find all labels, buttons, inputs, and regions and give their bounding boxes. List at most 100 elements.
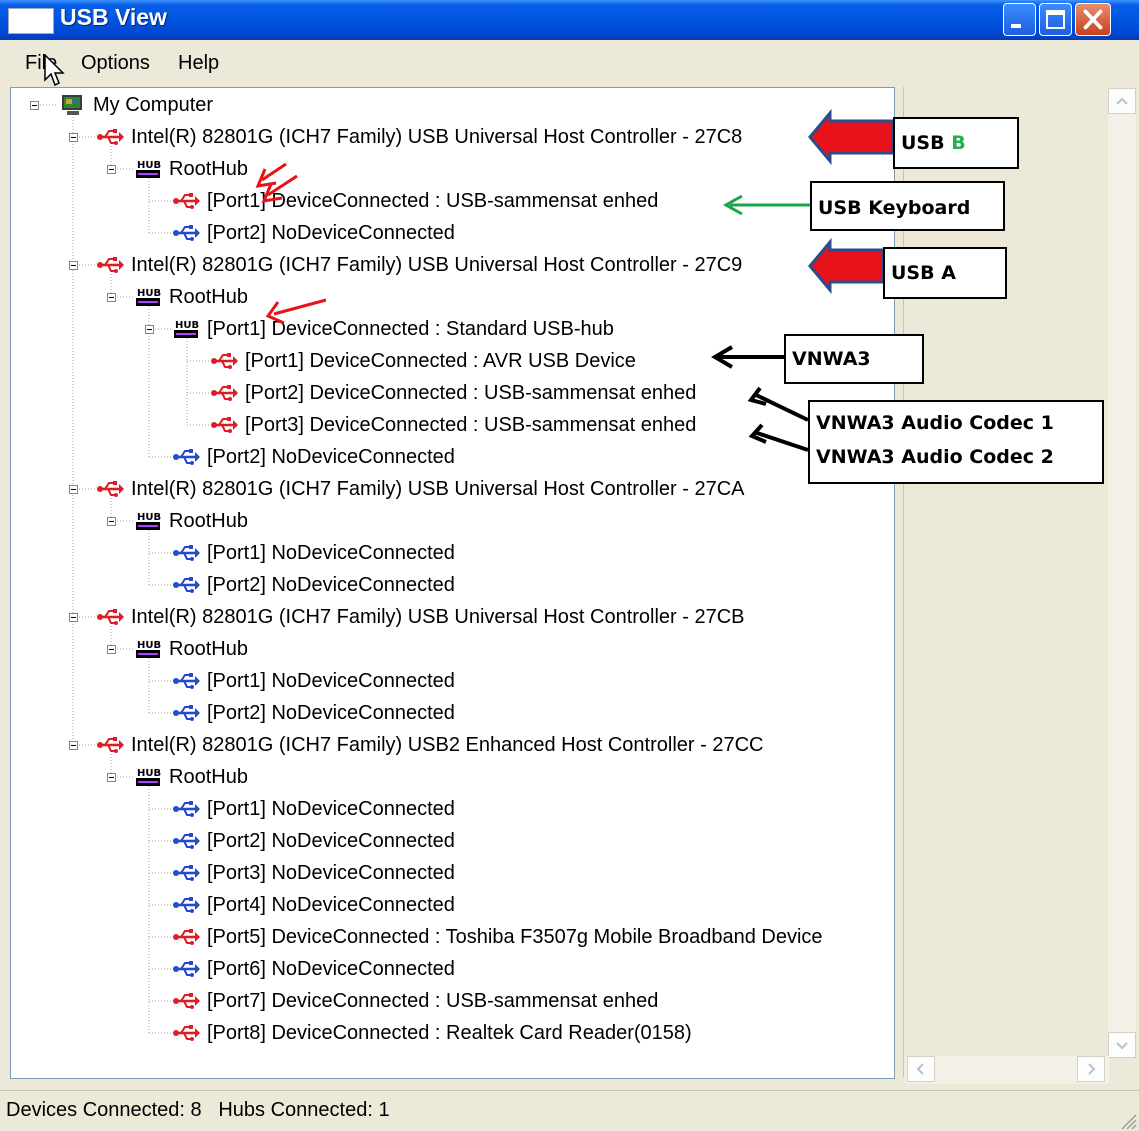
tree-node[interactable]: [Port2] NoDeviceConnected: [173, 699, 455, 727]
minimize-icon: [1011, 24, 1021, 28]
tree-node-label: [Port5] DeviceConnected : Toshiba F3507g…: [207, 926, 823, 948]
svg-text:HUB: HUB: [137, 640, 161, 651]
tree-node-label: [Port2] NoDeviceConnected: [207, 574, 455, 596]
tree-collapse-toggle[interactable]: [107, 165, 116, 174]
tree-node[interactable]: [Port4] NoDeviceConnected: [173, 891, 455, 919]
usb-device-connected-icon: [97, 257, 124, 273]
menu-bar: File Options Help: [0, 40, 1139, 84]
tree-node-label: [Port2] NoDeviceConnected: [207, 830, 455, 852]
usbview-window: USB View File Options Help My Computer In…: [0, 0, 1139, 1131]
usb-hub-icon: HUB: [174, 320, 199, 338]
tree-node-label: RootHub: [169, 638, 248, 660]
tree-node-label: Intel(R) 82801G (ICH7 Family) USB2 Enhan…: [131, 734, 764, 756]
tree-node[interactable]: [Port1] NoDeviceConnected: [173, 667, 455, 695]
tree-node[interactable]: Intel(R) 82801G (ICH7 Family) USB Univer…: [97, 603, 745, 631]
tree-collapse-toggle[interactable]: [69, 613, 78, 622]
tree-collapse-toggle[interactable]: [107, 517, 116, 526]
status-text: Devices Connected: 8 Hubs Connected: 1: [6, 1099, 390, 1122]
tree-node-label: [Port2] NoDeviceConnected: [207, 702, 455, 724]
svg-text:HUB: HUB: [137, 512, 161, 523]
callout-codec-2: VNWA3 Audio Codec 2: [816, 446, 1054, 468]
tree-collapse-toggle[interactable]: [69, 741, 78, 750]
tree-node[interactable]: [Port1] NoDeviceConnected: [173, 539, 455, 567]
tree-node[interactable]: Intel(R) 82801G (ICH7 Family) USB Univer…: [97, 123, 742, 151]
maximize-button[interactable]: [1039, 3, 1072, 36]
tree-collapse-toggle[interactable]: [107, 773, 116, 782]
tree-node[interactable]: [Port2] NoDeviceConnected: [173, 219, 455, 247]
svg-text:HUB: HUB: [137, 768, 161, 779]
tree-node[interactable]: My Computer: [59, 91, 213, 119]
svg-text:HUB: HUB: [137, 160, 161, 171]
usb-device-connected-icon: [97, 609, 124, 625]
tree-node[interactable]: HUB RootHub: [135, 635, 248, 663]
resize-grip-icon[interactable]: [1119, 1112, 1137, 1130]
usb-device-connected-icon: [97, 481, 124, 497]
tree-node[interactable]: [Port2] NoDeviceConnected: [173, 827, 455, 855]
close-icon: [1083, 9, 1103, 30]
tree-node[interactable]: Intel(R) 82801G (ICH7 Family) USB Univer…: [97, 475, 745, 503]
scroll-right-button[interactable]: [1077, 1056, 1105, 1082]
device-tree[interactable]: My Computer Intel(R) 82801G (ICH7 Family)…: [10, 87, 895, 1079]
menu-help[interactable]: Help: [178, 52, 219, 75]
callout-usb-b: USB B: [893, 117, 1019, 169]
scroll-up-button[interactable]: [1108, 88, 1136, 114]
callout-codec-1: VNWA3 Audio Codec 1: [816, 412, 1054, 434]
tree-node[interactable]: [Port8] DeviceConnected : Realtek Card R…: [173, 1019, 692, 1047]
callout-vnwa3: VNWA3: [784, 334, 924, 384]
menu-options[interactable]: Options: [81, 52, 150, 75]
tree-node[interactable]: [Port1] DeviceConnected : USB-sammensat …: [173, 187, 658, 215]
scroll-left-button[interactable]: [907, 1056, 935, 1082]
tree-collapse-toggle[interactable]: [107, 645, 116, 654]
tree-node-label: [Port3] NoDeviceConnected: [207, 862, 455, 884]
tree-node[interactable]: [Port1] NoDeviceConnected: [173, 795, 455, 823]
tree-node[interactable]: HUB RootHub: [135, 763, 248, 791]
usb-device-connected-icon: [173, 993, 200, 1009]
tree-node[interactable]: [Port5] DeviceConnected : Toshiba F3507g…: [173, 923, 823, 951]
tree-node[interactable]: [Port1] DeviceConnected : AVR USB Device: [211, 347, 636, 375]
tree-node[interactable]: HUB RootHub: [135, 155, 248, 183]
tree-collapse-toggle[interactable]: [145, 325, 154, 334]
tree-node-label: [Port1] NoDeviceConnected: [207, 670, 455, 692]
tree-node-label: [Port7] DeviceConnected : USB-sammensat …: [207, 990, 659, 1012]
usb-port-empty-icon: [173, 577, 200, 593]
tree-node[interactable]: [Port3] NoDeviceConnected: [173, 859, 455, 887]
tree-node[interactable]: [Port6] NoDeviceConnected: [173, 955, 455, 983]
tree-node-label: [Port2] DeviceConnected : USB-sammensat …: [245, 382, 697, 404]
tree-node[interactable]: [Port2] NoDeviceConnected: [173, 443, 455, 471]
title-bar[interactable]: USB View: [0, 0, 1139, 40]
minimize-button[interactable]: [1003, 3, 1036, 36]
usb-hub-icon: HUB: [136, 160, 161, 178]
usb-device-connected-icon: [173, 929, 200, 945]
tree-collapse-toggle[interactable]: [69, 133, 78, 142]
close-button[interactable]: [1075, 3, 1111, 36]
tree-node-label: [Port3] DeviceConnected : USB-sammensat …: [245, 414, 697, 436]
tree-collapse-toggle[interactable]: [30, 101, 39, 110]
tree-node[interactable]: HUB RootHub: [135, 507, 248, 535]
tree-node-label: RootHub: [169, 286, 248, 308]
tree-node[interactable]: [Port2] NoDeviceConnected: [173, 571, 455, 599]
tree-node[interactable]: HUB RootHub: [135, 283, 248, 311]
pane-splitter[interactable]: [895, 87, 903, 1077]
tree-node[interactable]: [Port2] DeviceConnected : USB-sammensat …: [211, 379, 696, 407]
tree-node-label: [Port1] DeviceConnected : AVR USB Device: [245, 350, 636, 372]
tree-node-label: Intel(R) 82801G (ICH7 Family) USB Univer…: [131, 478, 745, 500]
chevron-down-icon: [1116, 1042, 1128, 1050]
tree-node[interactable]: HUB [Port1] DeviceConnected : Standard US…: [173, 315, 614, 343]
maximize-icon: [1046, 10, 1065, 29]
usb-port-empty-icon: [173, 545, 200, 561]
tree-collapse-toggle[interactable]: [69, 485, 78, 494]
tree-collapse-toggle[interactable]: [69, 261, 78, 270]
usb-port-empty-icon: [173, 705, 200, 721]
horizontal-scrollbar[interactable]: [905, 1056, 1109, 1084]
tree-node[interactable]: [Port7] DeviceConnected : USB-sammensat …: [173, 987, 658, 1015]
tree-node-label: Intel(R) 82801G (ICH7 Family) USB Univer…: [131, 254, 743, 276]
tree-node[interactable]: Intel(R) 82801G (ICH7 Family) USB2 Enhan…: [97, 731, 763, 759]
status-bar: Devices Connected: 8 Hubs Connected: 1: [0, 1090, 1139, 1131]
usb-device-connected-icon: [173, 1025, 200, 1041]
scroll-down-button[interactable]: [1108, 1032, 1136, 1058]
details-pane[interactable]: [903, 87, 1139, 1077]
tree-node[interactable]: [Port3] DeviceConnected : USB-sammensat …: [211, 411, 696, 439]
tree-node[interactable]: Intel(R) 82801G (ICH7 Family) USB Univer…: [97, 251, 742, 279]
vertical-scrollbar[interactable]: [1108, 88, 1136, 1058]
tree-collapse-toggle[interactable]: [107, 293, 116, 302]
